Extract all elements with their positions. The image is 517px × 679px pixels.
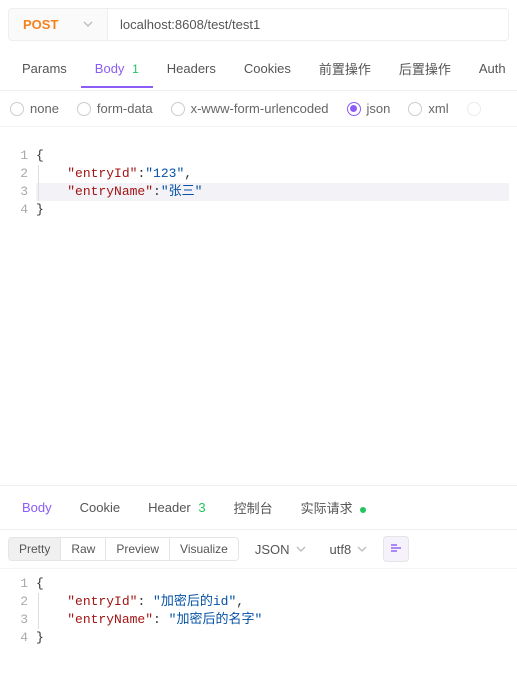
line-number: 4 [0, 201, 28, 219]
tab-params[interactable]: Params [8, 51, 81, 88]
status-dot-icon [360, 507, 366, 513]
line-number: 3 [0, 183, 28, 201]
response-format-label: JSON [255, 542, 290, 557]
radio-icon [77, 102, 91, 116]
format-icon [389, 541, 403, 558]
response-view-mode: Pretty Raw Preview Visualize [8, 537, 239, 561]
resp-tab-header-label: Header [148, 500, 191, 515]
response-encoding-select[interactable]: utf8 [322, 538, 376, 561]
response-format-select[interactable]: JSON [247, 538, 314, 561]
code-text: } [36, 202, 44, 217]
radio-icon [10, 102, 24, 116]
resp-tab-actual-label: 实际请求 [301, 501, 353, 516]
line-number: 4 [0, 629, 28, 647]
code-value: "123" [145, 166, 184, 181]
gutter: 1 2 3 4 [0, 147, 36, 219]
response-body-viewer[interactable]: 1 2 3 4 { "entryId": "加密后的id", "entryNam… [0, 569, 517, 647]
radio-icon [467, 102, 481, 116]
response-tabs: Body Cookie Header 3 控制台 实际请求 [0, 486, 517, 530]
radio-none[interactable]: none [10, 101, 59, 116]
view-visualize-button[interactable]: Visualize [170, 538, 238, 560]
http-method-label: POST [23, 17, 58, 32]
view-pretty-button[interactable]: Pretty [9, 538, 61, 560]
code-lines: { "entryId":"123", "entryName":"张三" } [36, 147, 517, 219]
resp-tab-console[interactable]: 控制台 [220, 486, 287, 529]
tab-cookies[interactable]: Cookies [230, 51, 305, 88]
radio-xml-label: xml [428, 101, 448, 116]
tab-pre-request[interactable]: 前置操作 [305, 49, 385, 90]
radio-x-www-form-urlencoded[interactable]: x-www-form-urlencoded [171, 101, 329, 116]
tab-body-count: 1 [132, 62, 139, 76]
radio-icon [408, 102, 422, 116]
gutter: 1 2 3 4 [0, 575, 36, 647]
body-type-selector: none form-data x-www-form-urlencoded jso… [0, 91, 517, 127]
resp-tab-cookie[interactable]: Cookie [66, 488, 134, 527]
tab-post-request[interactable]: 后置操作 [385, 49, 465, 90]
code-text: { [36, 576, 44, 591]
radio-json[interactable]: json [347, 101, 391, 116]
resp-tab-body[interactable]: Body [8, 488, 66, 527]
resp-tab-actual-request[interactable]: 实际请求 [287, 486, 381, 529]
radio-form-data-label: form-data [97, 101, 153, 116]
radio-xform-label: x-www-form-urlencoded [191, 101, 329, 116]
view-raw-button[interactable]: Raw [61, 538, 106, 560]
line-number: 2 [0, 165, 28, 183]
code-text: } [36, 630, 44, 645]
radio-none-label: none [30, 101, 59, 116]
response-encoding-label: utf8 [330, 542, 352, 557]
tab-headers[interactable]: Headers [153, 51, 230, 88]
radio-form-data[interactable]: form-data [77, 101, 153, 116]
code-text: { [36, 148, 44, 163]
url-input[interactable] [108, 8, 509, 41]
radio-more[interactable] [467, 102, 481, 116]
tab-auth[interactable]: Auth [465, 51, 517, 88]
code-key: "entryId" [67, 594, 137, 609]
code-value: "加密后的id" [153, 594, 236, 609]
tab-body-label: Body [95, 61, 125, 76]
radio-icon [347, 102, 361, 116]
resp-tab-header-count: 3 [198, 500, 205, 515]
line-number: 3 [0, 611, 28, 629]
code-key: "entryId" [67, 166, 137, 181]
code-key: "entryName" [67, 612, 153, 627]
chevron-down-icon [357, 542, 367, 557]
line-number: 1 [0, 147, 28, 165]
http-method-select[interactable]: POST [8, 8, 108, 41]
resp-tab-header[interactable]: Header 3 [134, 488, 220, 527]
radio-json-label: json [367, 101, 391, 116]
code-value: "加密后的名字" [169, 612, 263, 627]
chevron-down-icon [83, 17, 93, 32]
format-button[interactable] [383, 536, 409, 562]
line-number: 2 [0, 593, 28, 611]
chevron-down-icon [296, 542, 306, 557]
tab-body[interactable]: Body 1 [81, 51, 153, 88]
radio-xml[interactable]: xml [408, 101, 448, 116]
code-value: "张三" [161, 184, 203, 199]
request-tabs: Params Body 1 Headers Cookies 前置操作 后置操作 … [0, 49, 517, 91]
line-number: 1 [0, 575, 28, 593]
radio-icon [171, 102, 185, 116]
code-lines: { "entryId": "加密后的id", "entryName": "加密后… [36, 575, 517, 647]
code-key: "entryName" [67, 184, 153, 199]
view-preview-button[interactable]: Preview [106, 538, 170, 560]
request-body-editor[interactable]: 1 2 3 4 { "entryId":"123", "entryName":"… [0, 127, 517, 219]
